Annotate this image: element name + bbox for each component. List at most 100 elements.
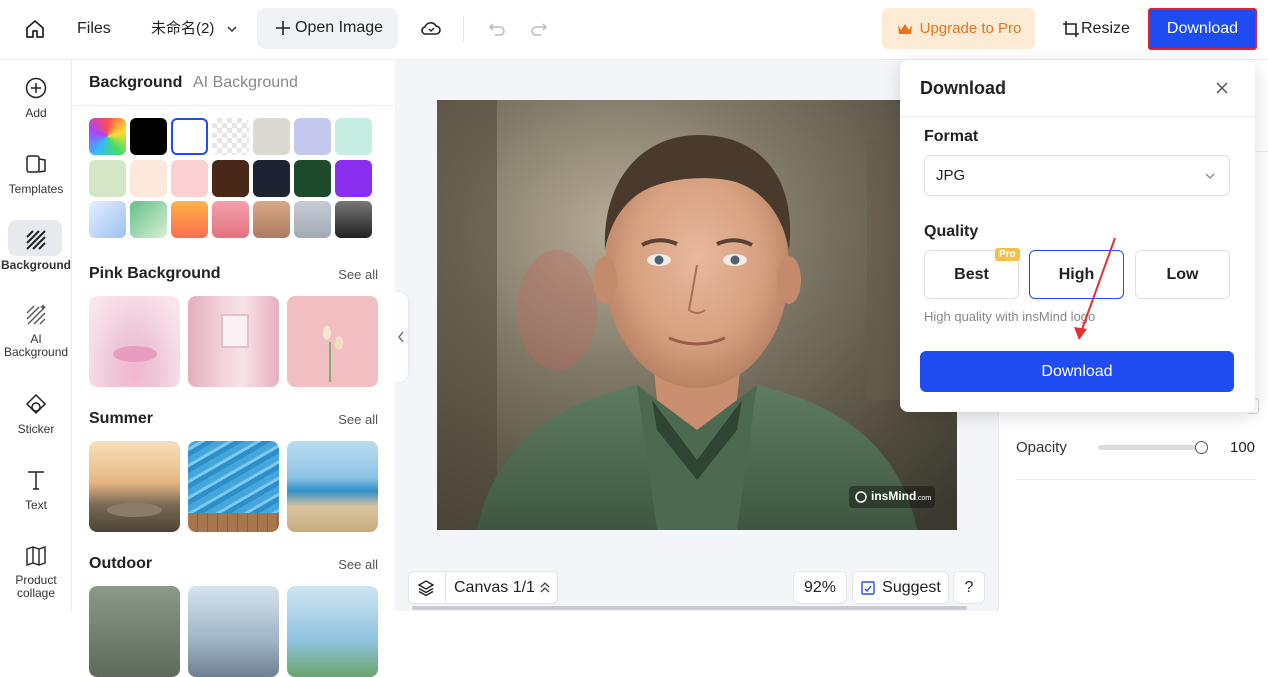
swatch-black[interactable] [130,118,167,155]
divider [900,116,1255,117]
rail-label: Product collage [15,573,57,600]
open-image-button[interactable]: Open Image [257,8,398,49]
collapse-panel-handle[interactable] [395,292,408,382]
swatch-charcoal-gradient[interactable] [335,201,372,238]
swatch-dark-green[interactable] [294,160,331,197]
sticker-icon [24,392,48,416]
pro-badge: Pro [995,248,1020,261]
swatch-beige-gray[interactable] [253,118,290,155]
canvas-selector[interactable]: Canvas 1/1 [408,571,558,604]
rail-label: Templates [8,182,64,196]
horizontal-scrollbar[interactable] [412,606,967,610]
swatch-green-gradient[interactable] [130,201,167,238]
section-title: Summer [89,410,154,427]
rail-item-sticker[interactable]: Sticker [0,392,72,436]
see-all-link[interactable]: See all [338,267,378,282]
crown-icon [896,21,914,37]
chevron-left-icon [396,330,406,344]
divider [463,16,464,42]
swatch-rainbow[interactable] [89,118,126,155]
plus-icon [274,19,292,37]
suggest-icon [860,580,876,596]
thumbnail-summer-beach-sunset[interactable] [89,441,180,532]
open-image-label: Open Image [295,19,384,36]
watermark-suffix: .com [916,495,932,502]
rail-label: Background [0,258,71,272]
rail-item-ai-background[interactable]: AI Background [0,303,72,359]
tab-ai-background[interactable]: AI Background [193,74,298,92]
see-all-link[interactable]: See all [338,412,378,427]
zoom-level[interactable]: 92% [793,571,847,604]
help-button[interactable]: ? [953,571,985,604]
swatch-peach[interactable] [130,160,167,197]
download-button[interactable]: Download [920,351,1234,392]
resize-button[interactable]: Resize [1081,19,1130,39]
thumbnail-summer-pool[interactable] [188,441,279,532]
upgrade-label: Upgrade to Pro [919,20,1022,37]
swatch-transparent[interactable] [212,118,249,155]
swatch-silver-gradient[interactable] [294,201,331,238]
thumbnail-outdoor-lake[interactable] [287,586,378,677]
canvas-label: Canvas 1/1 [454,579,535,596]
swatch-tan-gradient[interactable] [253,201,290,238]
swatch-orange-gradient[interactable] [171,201,208,238]
layers-icon[interactable] [417,579,435,597]
quality-label: Quality [924,223,979,240]
top-bar: Files 未命名(2) Open Image Upgrade to Pro R… [0,0,1268,60]
swatch-rose-gradient[interactable] [212,201,249,238]
rail-item-background[interactable]: Background [0,228,72,272]
chevron-down-icon[interactable] [226,23,238,35]
rail-item-add[interactable]: Add [0,76,72,120]
ai-background-icon [24,303,48,327]
rail-label: Add [25,106,47,120]
document-name[interactable]: 未命名(2) [151,19,214,39]
quality-low-button[interactable]: Low [1135,250,1230,299]
swatch-lavender[interactable] [294,118,331,155]
crop-icon[interactable] [1062,20,1080,38]
thumbnail-outdoor-forest[interactable] [89,586,180,677]
close-icon[interactable] [1215,81,1229,95]
watermark-text: insMind [871,489,917,503]
section-title: Outdoor [89,555,153,572]
swatch-pink[interactable] [171,160,208,197]
download-button-top[interactable]: Download [1148,8,1257,50]
divider [72,105,395,106]
home-icon[interactable] [24,18,46,40]
undo-icon[interactable] [488,20,506,38]
redo-icon[interactable] [530,20,548,38]
suggest-button[interactable]: Suggest [852,571,949,604]
rail-item-templates[interactable]: Templates [0,152,72,196]
thumbnail-outdoor-mountain[interactable] [188,586,279,677]
divider [1016,479,1256,480]
swatch-white-selected[interactable] [171,118,208,155]
swatch-purple[interactable] [335,160,372,197]
swatch-mint[interactable] [335,118,372,155]
tab-background[interactable]: Background [89,74,182,92]
rail-item-text[interactable]: Text [0,468,72,512]
opacity-slider-track[interactable] [1098,445,1202,450]
opacity-label: Opacity [1016,439,1067,456]
thumbnail-pink-window[interactable] [188,296,279,387]
format-select[interactable]: JPG [924,155,1230,196]
cloud-sync-icon[interactable] [420,18,442,40]
rail-label: AI Background [4,332,69,359]
swatch-brown[interactable] [212,160,249,197]
opacity-slider-thumb[interactable] [1195,441,1208,454]
format-value: JPG [936,167,966,184]
swatch-sage[interactable] [89,160,126,197]
thumbnail-summer-sea[interactable] [287,441,378,532]
files-menu[interactable]: Files [77,19,111,39]
background-icon [24,228,48,252]
suggest-label: Suggest [882,578,941,596]
swatch-navy[interactable] [253,160,290,197]
thumbnail-pink-tulips[interactable] [287,296,378,387]
see-all-link[interactable]: See all [338,557,378,572]
thumbnail-pink-pedestal[interactable] [89,296,180,387]
canvas-photo[interactable]: insMind .com [437,100,957,530]
swatch-blue-gradient[interactable] [89,201,126,238]
opacity-value[interactable]: 100 [1230,439,1255,456]
divider [445,572,446,603]
rail-item-product-collage[interactable]: Product collage [0,544,72,600]
section-title: Pink Background [89,265,221,282]
upgrade-to-pro-button[interactable]: Upgrade to Pro [882,8,1035,49]
